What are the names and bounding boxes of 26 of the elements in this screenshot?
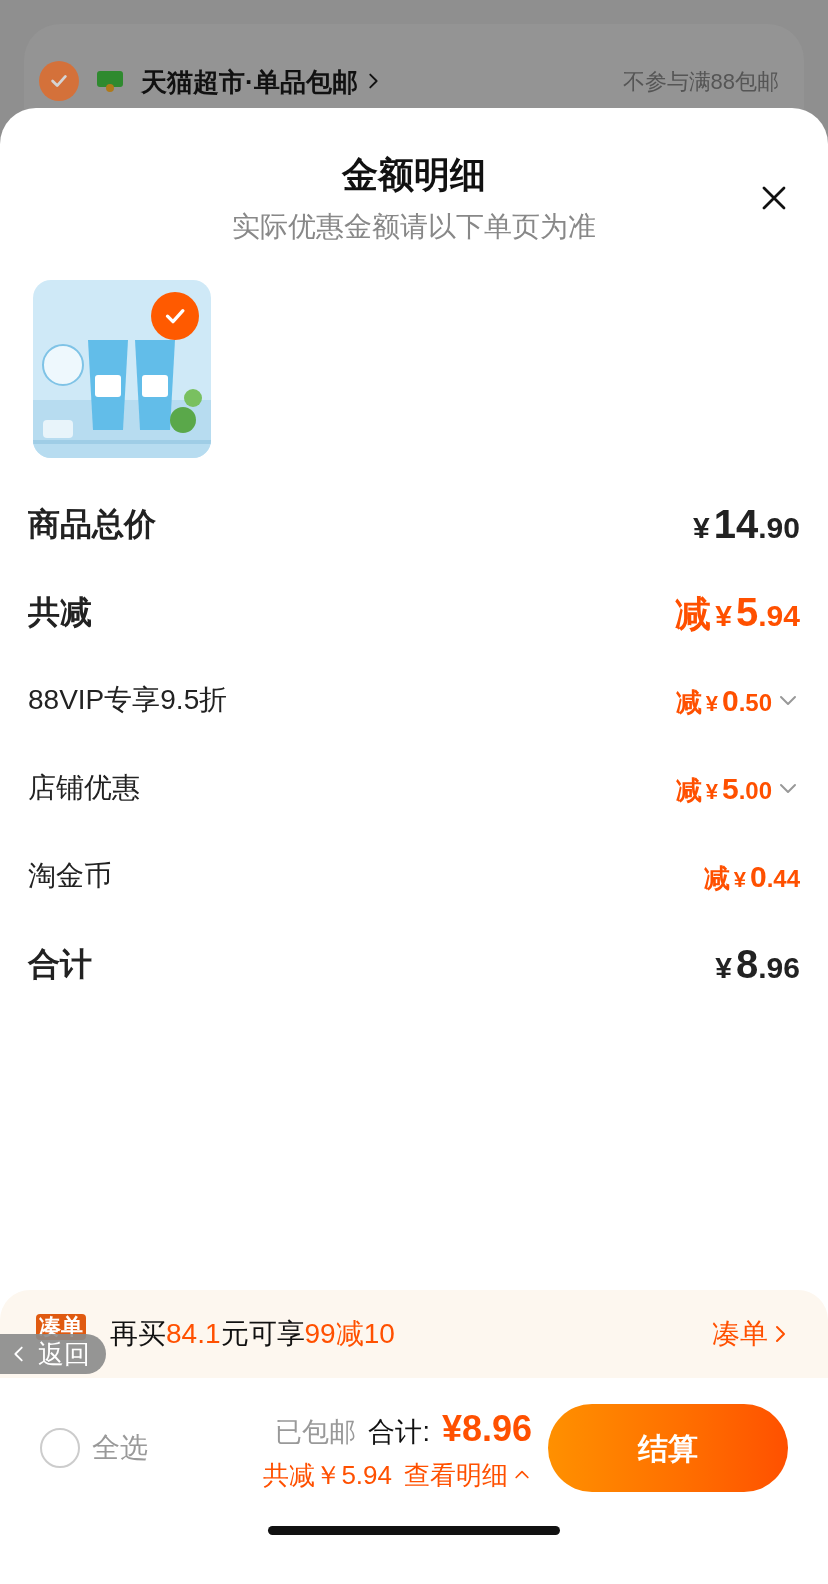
- amount-value: 减¥5.94: [675, 589, 800, 636]
- amount-value: ¥14.90: [693, 501, 800, 548]
- select-all-label[interactable]: 全选: [92, 1427, 148, 1469]
- total-label: 合计:: [368, 1415, 430, 1449]
- total-price: ¥8.96: [441, 1406, 532, 1451]
- store-name[interactable]: 天猫超市·单品包邮: [141, 63, 358, 102]
- row-label: 淘金币: [28, 859, 112, 893]
- sheet-title: 金额明细: [342, 153, 486, 197]
- row-label: 合计: [28, 945, 92, 984]
- row-label: 商品总价: [28, 505, 156, 544]
- saved-amount: 共减￥5.94: [263, 1458, 392, 1492]
- amount-value: 减¥5.00: [675, 770, 772, 807]
- amount-value: 减¥0.50: [675, 682, 772, 719]
- row-label: 共减: [28, 593, 92, 632]
- amount-value: 减¥0.44: [703, 858, 800, 895]
- row-label: 88VIP专享9.5折: [28, 683, 228, 717]
- shipping-status: 已包邮: [275, 1415, 357, 1449]
- amount-value: ¥8.96: [715, 941, 800, 988]
- promo-text: 再买84.1元可享99减10: [110, 1317, 395, 1351]
- view-details-link[interactable]: 查看明细: [404, 1455, 532, 1495]
- add-items-link[interactable]: 凑单: [712, 1313, 792, 1355]
- back-button[interactable]: 返回: [0, 1334, 106, 1374]
- shipping-note: 不参与满88包邮: [622, 68, 779, 96]
- row-label: 店铺优惠: [28, 771, 140, 805]
- checkout-button[interactable]: 结算: [548, 1404, 788, 1492]
- sheet-subtitle: 实际优惠金额请以下单页为准: [232, 210, 596, 244]
